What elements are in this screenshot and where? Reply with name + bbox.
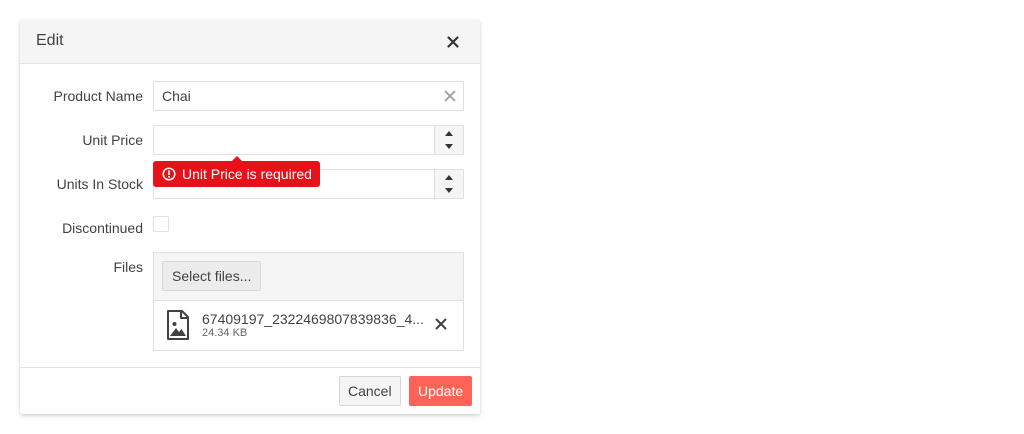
edit-dialog: Edit Product Name Chai Unit Price Unit P…	[20, 20, 480, 414]
arrow-up-icon	[445, 175, 453, 180]
close-icon	[435, 318, 447, 330]
clear-input-button[interactable]	[443, 89, 457, 103]
file-upload: Select files... 67409197_232246980783983…	[153, 252, 464, 351]
file-name: 67409197_2322469807839836_4...	[202, 311, 424, 327]
validation-message: Unit Price is required	[182, 166, 312, 182]
dialog-close-button[interactable]	[443, 32, 463, 52]
discontinued-label: Discontinued	[62, 220, 143, 236]
product-name-label: Product Name	[53, 88, 143, 104]
arrow-down-icon	[445, 188, 453, 193]
validation-tooltip: Unit Price is required	[153, 156, 320, 187]
file-list-item: 67409197_2322469807839836_4... 24.34 KB	[154, 301, 463, 350]
product-name-value: Chai	[162, 88, 191, 104]
unit-price-spinner	[434, 126, 463, 154]
upload-dropzone: Select files...	[154, 253, 463, 301]
unit-price-input[interactable]	[153, 125, 464, 155]
units-in-stock-label: Units In Stock	[56, 176, 143, 192]
discontinued-checkbox[interactable]	[153, 216, 169, 232]
tooltip-arrow	[231, 156, 243, 162]
dialog-footer: Cancel Update	[20, 367, 480, 414]
units-in-stock-spinner	[434, 170, 463, 198]
product-name-input[interactable]: Chai	[153, 81, 464, 111]
cancel-button[interactable]: Cancel	[339, 376, 401, 406]
select-files-button[interactable]: Select files...	[162, 261, 262, 291]
arrow-up-icon	[445, 131, 453, 136]
file-size: 24.34 KB	[202, 327, 248, 339]
files-label: Files	[113, 259, 143, 275]
dialog-titlebar: Edit	[20, 20, 480, 64]
dialog-title: Edit	[36, 32, 64, 49]
close-icon	[447, 36, 459, 48]
units-in-stock-increase-button[interactable]	[435, 170, 463, 184]
remove-file-button[interactable]	[434, 317, 448, 331]
clear-icon	[444, 90, 456, 102]
warning-icon	[162, 167, 176, 181]
unit-price-label: Unit Price	[82, 132, 143, 148]
update-button[interactable]: Update	[409, 376, 473, 406]
arrow-down-icon	[445, 144, 453, 149]
unit-price-decrease-button[interactable]	[435, 140, 463, 154]
unit-price-increase-button[interactable]	[435, 126, 463, 140]
image-file-icon	[167, 310, 189, 340]
units-in-stock-decrease-button[interactable]	[435, 184, 463, 198]
